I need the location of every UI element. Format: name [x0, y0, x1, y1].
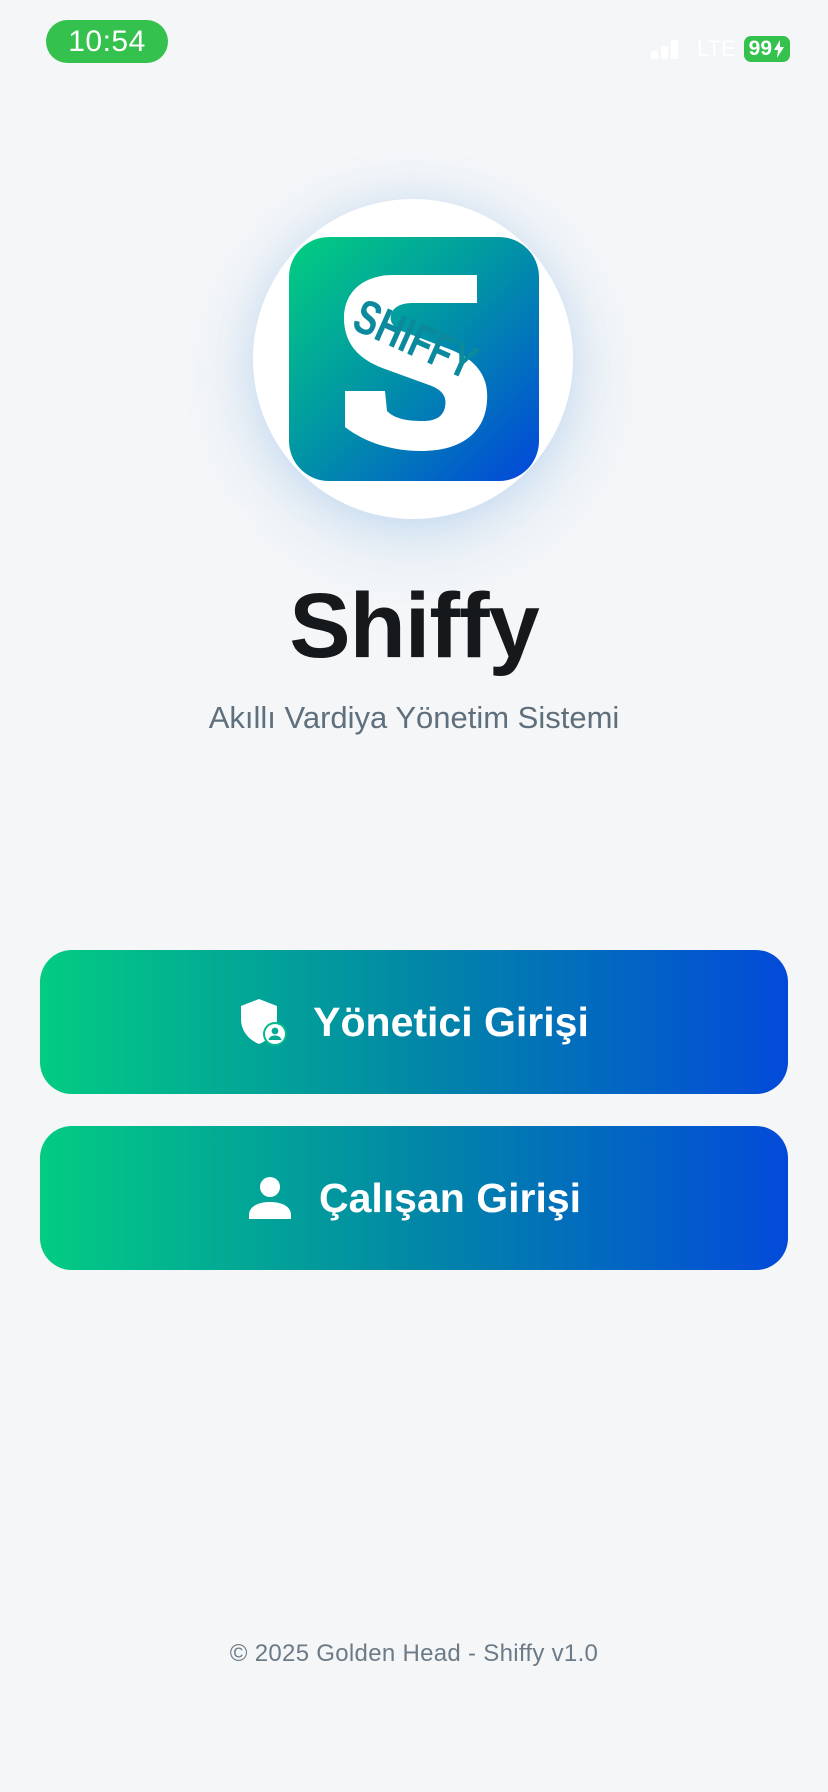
shiffy-logo-icon: SHIFFY: [289, 237, 539, 481]
person-icon: [247, 1175, 293, 1221]
admin-login-button[interactable]: Yönetici Girişi: [40, 950, 788, 1094]
battery-level: 99: [748, 37, 772, 60]
admin-login-label: Yönetici Girişi: [313, 998, 589, 1045]
footer-copyright: © 2025 Golden Head - Shiffy v1.0: [229, 1640, 599, 1667]
network-type: LTE: [696, 36, 736, 61]
battery-indicator: 99: [743, 36, 790, 62]
status-indicators: LTE 99: [650, 34, 790, 64]
signal-icon: [650, 39, 681, 59]
employee-login-button[interactable]: Çalışan Girişi: [40, 1126, 788, 1270]
charging-icon: [774, 40, 784, 58]
app-title: Shiffy: [289, 575, 540, 677]
shield-user-icon: [239, 997, 288, 1047]
status-time: 10:54: [46, 20, 168, 63]
app-subtitle: Akıllı Vardiya Yönetim Sistemi: [208, 700, 620, 735]
employee-login-label: Çalışan Girişi: [318, 1174, 582, 1221]
